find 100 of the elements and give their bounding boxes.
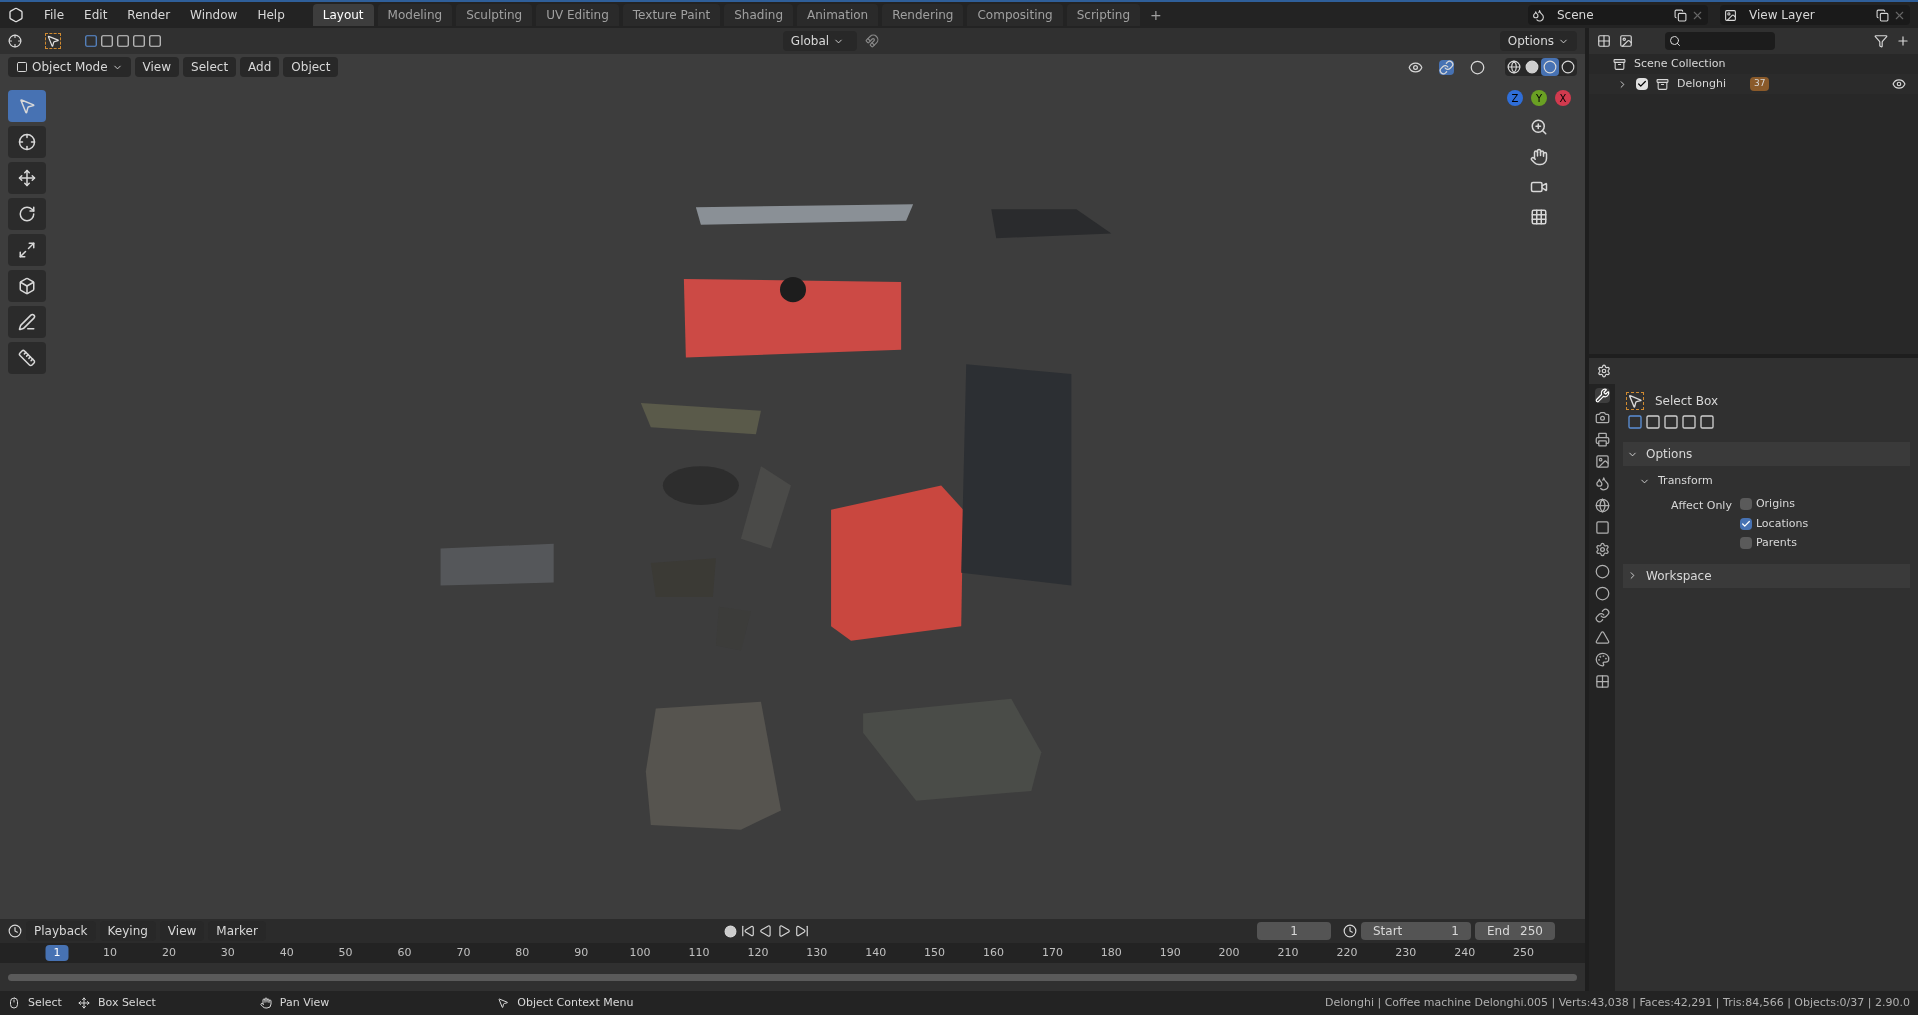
select-mode-icon[interactable] <box>1699 414 1715 430</box>
rotate-tool-icon[interactable] <box>8 198 46 230</box>
current-frame-marker[interactable]: 1 <box>45 945 69 961</box>
select-mode-icon[interactable] <box>1645 414 1661 430</box>
select-mode-icon[interactable] <box>132 34 146 48</box>
menu-item[interactable]: File <box>36 6 73 24</box>
properties-tab-icon[interactable] <box>1594 498 1610 513</box>
select-mode-icon[interactable] <box>1681 414 1697 430</box>
properties-tab-icon[interactable] <box>1594 410 1610 425</box>
outliner-item[interactable]: Scene Collection <box>1634 55 1726 73</box>
view-layer-icon[interactable] <box>1724 8 1737 22</box>
shading-icon[interactable] <box>1559 58 1577 76</box>
select-mode-icon[interactable] <box>1663 414 1679 430</box>
copy-icon[interactable] <box>1876 8 1889 22</box>
timeline-menu[interactable]: View <box>159 921 205 941</box>
ruler-tool-icon[interactable] <box>8 342 46 374</box>
menu-item[interactable]: Help <box>249 6 293 24</box>
properties-tab-icon[interactable] <box>1594 542 1610 557</box>
record-icon[interactable] <box>724 924 737 938</box>
app-logo-icon[interactable] <box>8 7 24 23</box>
workspace-tab[interactable]: Animation <box>797 4 879 26</box>
shading-icon[interactable] <box>1505 58 1523 76</box>
play-icon[interactable] <box>777 924 791 938</box>
new-collection-icon[interactable] <box>1896 34 1910 48</box>
filter-icon[interactable] <box>1874 34 1888 48</box>
cursor-tool-icon[interactable] <box>8 126 46 158</box>
scrollbar[interactable] <box>8 973 1577 981</box>
properties-tab-icon[interactable] <box>1594 630 1610 645</box>
select-mode-icon[interactable] <box>148 34 162 48</box>
select-mode-icon[interactable] <box>1627 414 1643 430</box>
viewport-menu[interactable]: Add <box>240 57 280 77</box>
viewport-menu[interactable]: Object <box>283 57 339 77</box>
timeline-menu[interactable]: Keying <box>99 921 156 941</box>
properties-tab-icon[interactable] <box>1594 674 1610 689</box>
workspace-tab[interactable]: Rendering <box>882 4 964 26</box>
select-mode-icon[interactable] <box>84 34 98 48</box>
snap-icon[interactable] <box>864 34 879 48</box>
menu-item[interactable]: Window <box>182 6 246 24</box>
checkbox-label[interactable]: Locations <box>1755 515 1809 532</box>
pan-icon[interactable] <box>1530 148 1548 166</box>
scale-tool-icon[interactable] <box>8 234 46 266</box>
copy-icon[interactable] <box>1674 8 1687 22</box>
jump-end-icon[interactable] <box>795 924 809 938</box>
shading-icon[interactable] <box>1541 58 1559 76</box>
checkbox-label[interactable]: Origins <box>1755 496 1795 513</box>
end-frame-field[interactable]: End 250 <box>1475 922 1555 940</box>
start-frame-field[interactable]: Start 1 <box>1361 922 1471 940</box>
workspace-tab[interactable]: Sculpting <box>456 4 533 26</box>
properties-tab-icon[interactable] <box>1594 432 1610 447</box>
add-workspace-button[interactable]: + <box>1144 4 1168 26</box>
jump-start-icon[interactable] <box>741 924 755 938</box>
timeline-menu[interactable]: Marker <box>208 921 266 941</box>
workspace-tab[interactable]: Scripting <box>1066 4 1141 26</box>
play-reverse-icon[interactable] <box>759 924 773 938</box>
menu-item[interactable]: Render <box>119 6 179 24</box>
checkbox[interactable] <box>1636 78 1648 90</box>
properties-tab-icon[interactable] <box>1594 454 1610 469</box>
properties-tab-icon[interactable] <box>1594 608 1610 623</box>
axis-gizmo[interactable]: Z Y X <box>1507 90 1571 106</box>
active-tool-icon[interactable] <box>46 34 60 48</box>
checkbox-label[interactable]: Parents <box>1755 535 1797 552</box>
checkbox[interactable] <box>1739 517 1752 530</box>
stopwatch-icon[interactable] <box>1343 924 1357 938</box>
shading-icon[interactable] <box>1523 58 1541 76</box>
select-mode-icon[interactable] <box>100 34 114 48</box>
subpanel-header[interactable]: Transform <box>1658 472 1713 490</box>
select-mode-icon[interactable] <box>116 34 130 48</box>
editor-type-icon[interactable] <box>1597 34 1611 48</box>
display-mode-icon[interactable] <box>1619 34 1633 48</box>
outliner-item[interactable]: Delonghi <box>1677 75 1726 93</box>
overlay-icon[interactable] <box>1470 59 1485 75</box>
scene-icon[interactable] <box>1532 8 1545 22</box>
options-dropdown[interactable]: Options <box>1499 31 1577 51</box>
panel-header[interactable]: Options <box>1646 445 1693 463</box>
workspace-tab[interactable]: Modeling <box>377 4 453 26</box>
properties-tab-icon[interactable] <box>1594 476 1610 491</box>
search-field[interactable] <box>1665 32 1775 50</box>
workspace-tab[interactable]: Layout <box>312 4 374 26</box>
orientation-dropdown[interactable]: Global <box>782 31 857 51</box>
annotate-tool-icon[interactable] <box>8 306 46 338</box>
timeline-menu[interactable]: Playback <box>26 921 96 941</box>
current-frame-field[interactable]: 1 <box>1257 922 1331 940</box>
panel-header[interactable]: Workspace <box>1646 566 1712 585</box>
properties-tab-icon[interactable] <box>1594 564 1610 579</box>
viewport-menu[interactable]: View <box>134 57 180 77</box>
editor-type-icon[interactable] <box>1597 364 1611 378</box>
workspace-tab[interactable]: Compositing <box>967 4 1063 26</box>
grid-icon[interactable] <box>1530 208 1548 226</box>
checkbox[interactable] <box>1739 498 1752 511</box>
workspace-tab[interactable]: Shading <box>724 4 793 26</box>
visibility-icon[interactable] <box>1892 77 1906 91</box>
workspace-tab[interactable]: Texture Paint <box>622 4 721 26</box>
workspace-tab[interactable]: UV Editing <box>536 4 619 26</box>
move-tool-icon[interactable] <box>8 162 46 194</box>
mode-dropdown[interactable]: Object Mode <box>8 57 131 77</box>
checkbox[interactable] <box>1739 537 1752 550</box>
transform-tool-icon[interactable] <box>8 270 46 302</box>
zoom-icon[interactable] <box>1530 118 1548 136</box>
visibility-icon[interactable] <box>1408 59 1423 75</box>
properties-tab-icon[interactable] <box>1594 586 1610 601</box>
